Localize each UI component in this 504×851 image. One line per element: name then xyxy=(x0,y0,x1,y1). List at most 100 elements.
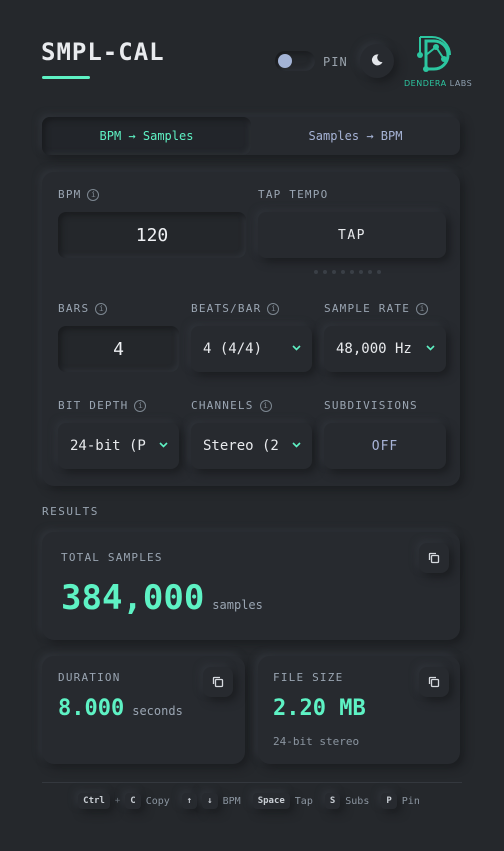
tap-dot xyxy=(350,270,354,274)
total-samples-unit: samples xyxy=(212,598,263,612)
file-size-card: FILE SIZE 2.20 MB 24-bit stereo xyxy=(258,656,460,764)
shortcut-action: Copy xyxy=(145,795,170,807)
copy-icon xyxy=(428,549,440,568)
info-icon[interactable]: i xyxy=(134,399,147,412)
title-underline xyxy=(42,76,90,79)
tap-dot xyxy=(368,270,372,274)
sample-rate-select[interactable]: 48,000 Hz xyxy=(324,326,446,372)
duration-result: 8.000 seconds xyxy=(58,696,183,721)
key-badge: P xyxy=(381,793,397,809)
bars-label: BARS i xyxy=(58,302,108,315)
copy-total-samples-button[interactable] xyxy=(419,543,449,573)
copy-icon xyxy=(212,673,224,692)
tap-tempo-label-text: TAP TEMPO xyxy=(258,188,329,201)
tap-tempo-label: TAP TEMPO xyxy=(258,188,328,201)
results-heading: RESULTS xyxy=(42,505,99,518)
key-joiner: + xyxy=(114,796,121,806)
key-badge: ↓ xyxy=(202,793,218,809)
key-badge: Space xyxy=(252,793,290,809)
bpm-input[interactable]: 120 xyxy=(58,212,246,258)
logo-suffix: LABS xyxy=(449,79,473,88)
theme-toggle-button[interactable] xyxy=(360,44,394,78)
logo-name: DENDERA xyxy=(404,79,447,88)
pin-label: PIN xyxy=(323,55,348,69)
mode-tabs: BPM → Samples Samples → BPM xyxy=(42,117,460,155)
info-icon[interactable]: i xyxy=(267,302,280,315)
bpm-label: BPM i xyxy=(58,188,100,201)
bit-depth-label-text: BIT DEPTH xyxy=(58,399,129,412)
total-samples-value: 384,000 xyxy=(61,578,205,618)
file-size-detail: 24-bit stereo xyxy=(273,735,360,748)
sample-rate-label-text: SAMPLE RATE xyxy=(324,302,411,315)
bpm-value: 120 xyxy=(135,224,169,246)
shortcut-action: Subs xyxy=(345,795,370,807)
bpm-label-text: BPM xyxy=(58,188,82,201)
tab-bpm-to-samples[interactable]: BPM → Samples xyxy=(42,117,251,155)
duration-card: DURATION 8.000 seconds xyxy=(42,656,245,764)
key-badge: C xyxy=(125,793,141,809)
channels-label: CHANNELS i xyxy=(191,399,272,412)
total-samples-result: 384,000 samples xyxy=(61,578,263,618)
bit-depth-select[interactable]: 24-bit (P xyxy=(58,423,179,469)
info-icon[interactable]: i xyxy=(259,399,272,412)
shortcut-pin: P Pin xyxy=(381,793,420,809)
bars-value: 4 xyxy=(113,338,124,360)
tap-dot xyxy=(323,270,327,274)
tap-indicator xyxy=(314,270,381,274)
key-badge: ↑ xyxy=(181,793,198,809)
keyboard-shortcuts: Ctrl + C Copy ↑ ↓ BPM Space Tap S Subs P… xyxy=(0,793,504,809)
shortcut-action: Pin xyxy=(401,795,420,807)
input-panel: BPM i 120 TAP TEMPO TAP BARS i 4 BEATS/B… xyxy=(42,172,460,486)
tap-dot xyxy=(377,270,381,274)
subdivisions-label-text: SUBDIVISIONS xyxy=(324,399,418,412)
key-badge: Ctrl xyxy=(78,793,110,809)
beats-per-bar-select[interactable]: 4 (4/4) xyxy=(191,326,312,372)
tap-dot xyxy=(341,270,345,274)
tap-dot xyxy=(359,270,363,274)
tap-dot xyxy=(332,270,336,274)
key-badge: S xyxy=(324,793,341,809)
duration-unit: seconds xyxy=(132,704,183,718)
shortcut-subs: S Subs xyxy=(324,793,370,809)
beats-per-bar-label: BEATS/BAR i xyxy=(191,302,280,315)
sample-rate-label: SAMPLE RATE i xyxy=(324,302,429,315)
file-size-value: 2.20 MB xyxy=(273,696,366,721)
sample-rate-value: 48,000 Hz xyxy=(336,341,412,357)
logo-text: DENDERA LABS xyxy=(404,79,472,88)
dendera-labs-logo: DENDERA LABS xyxy=(404,33,472,91)
toggle-knob xyxy=(278,54,292,68)
chevron-down-icon xyxy=(159,441,168,451)
copy-file-size-button[interactable] xyxy=(419,667,449,697)
bars-input[interactable]: 4 xyxy=(58,326,179,372)
footer-divider xyxy=(42,782,462,783)
pin-toggle[interactable] xyxy=(275,51,315,71)
total-samples-card: TOTAL SAMPLES 384,000 samples xyxy=(42,532,460,640)
tap-dot xyxy=(314,270,318,274)
bit-depth-label: BIT DEPTH i xyxy=(58,399,147,412)
moon-icon xyxy=(370,52,384,71)
info-icon[interactable]: i xyxy=(416,302,429,315)
file-size-result: 2.20 MB xyxy=(273,696,366,721)
subdivisions-value: OFF xyxy=(371,438,399,454)
tab-samples-to-bpm[interactable]: Samples → BPM xyxy=(251,117,460,155)
copy-duration-button[interactable] xyxy=(203,667,233,697)
shortcut-copy: Ctrl + C Copy xyxy=(78,793,170,809)
channels-label-text: CHANNELS xyxy=(191,399,254,412)
subdivisions-toggle-button[interactable]: OFF xyxy=(324,423,446,469)
info-icon[interactable]: i xyxy=(87,188,100,201)
channels-value: Stereo (2 xyxy=(203,438,279,454)
chevron-down-icon xyxy=(292,441,301,451)
beats-per-bar-value: 4 (4/4) xyxy=(203,341,263,357)
channels-select[interactable]: Stereo (2 xyxy=(191,423,312,469)
bit-depth-value: 24-bit (P xyxy=(70,438,146,454)
shortcut-action: Tap xyxy=(294,795,313,807)
chevron-down-icon xyxy=(426,344,435,354)
shortcut-action: BPM xyxy=(222,795,241,807)
chevron-down-icon xyxy=(292,344,301,354)
copy-icon xyxy=(428,673,440,692)
tap-button[interactable]: TAP xyxy=(258,212,446,258)
info-icon[interactable]: i xyxy=(95,302,108,315)
duration-value: 8.000 xyxy=(58,696,125,721)
total-samples-label: TOTAL SAMPLES xyxy=(61,551,163,564)
duration-label: DURATION xyxy=(58,671,121,684)
